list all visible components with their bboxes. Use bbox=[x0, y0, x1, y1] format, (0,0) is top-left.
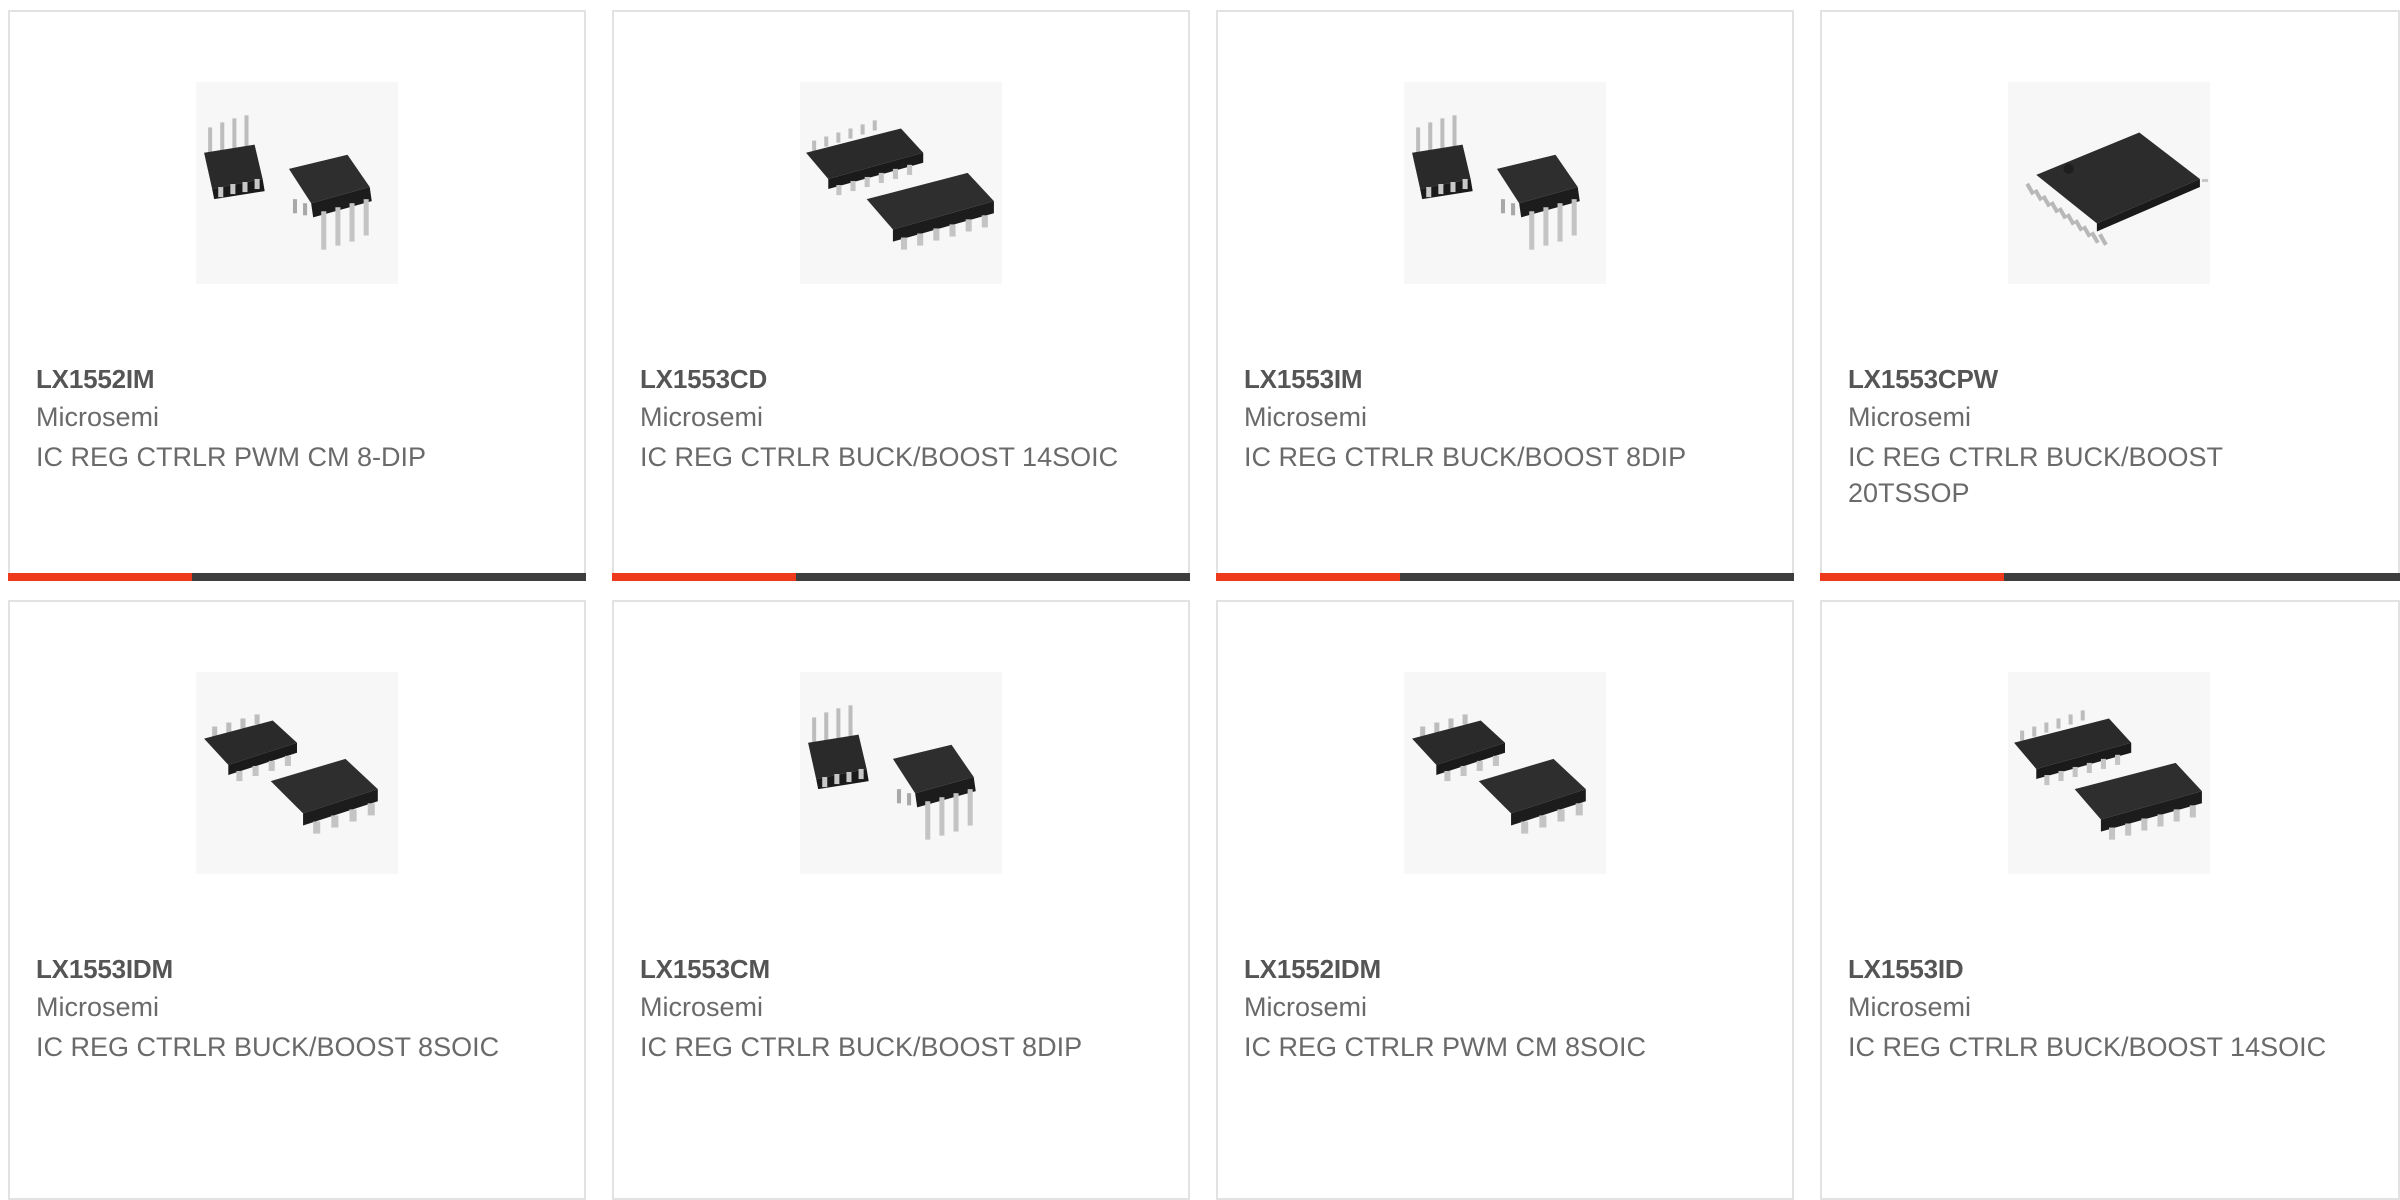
product-card[interactable]: LX1553CD Microsemi IC REG CTRLR BUCK/BOO… bbox=[612, 10, 1190, 581]
product-card[interactable]: LX1553ID Microsemi IC REG CTRLR BUCK/BOO… bbox=[1820, 600, 2400, 1200]
product-part-number[interactable]: LX1553CPW bbox=[1848, 364, 1998, 395]
product-manufacturer: Microsemi bbox=[640, 402, 764, 432]
product-manufacturer: Microsemi bbox=[36, 402, 160, 432]
product-description: IC REG CTRLR BUCK/BOOST 8SOIC bbox=[36, 1032, 500, 1062]
product-manufacturer: Microsemi bbox=[36, 992, 160, 1022]
product-part-number[interactable]: LX1553IM bbox=[1244, 364, 1363, 395]
card-footer-bar bbox=[612, 573, 1190, 581]
product-description: IC REG CTRLR BUCK/BOOST 20TSSOP bbox=[1848, 442, 2223, 508]
soic8-package-icon bbox=[1404, 672, 1606, 874]
card-footer-accent bbox=[8, 573, 192, 581]
dip8-package-icon bbox=[800, 672, 1002, 874]
product-manufacturer: Microsemi bbox=[1244, 402, 1368, 432]
product-manufacturer: Microsemi bbox=[1244, 992, 1368, 1022]
product-description: IC REG CTRLR BUCK/BOOST 8DIP bbox=[640, 1032, 1083, 1062]
product-description: IC REG CTRLR BUCK/BOOST 8DIP bbox=[1244, 442, 1687, 472]
product-part-number[interactable]: LX1553ID bbox=[1848, 954, 1964, 985]
card-footer-bar bbox=[1820, 573, 2400, 581]
product-card[interactable]: LX1553IDM Microsemi IC REG CTRLR BUCK/BO… bbox=[8, 600, 586, 1200]
product-part-number[interactable]: LX1552IDM bbox=[1244, 954, 1381, 985]
card-footer-bar bbox=[8, 573, 586, 581]
card-footer-bar bbox=[1216, 573, 1794, 581]
product-card[interactable]: LX1552IM Microsemi IC REG CTRLR PWM CM 8… bbox=[8, 10, 586, 581]
product-manufacturer: Microsemi bbox=[1848, 402, 1972, 432]
soic8-package-icon bbox=[196, 672, 398, 874]
dip8-package-icon bbox=[196, 82, 398, 284]
soic14-package-icon bbox=[800, 82, 1002, 284]
product-card[interactable]: LX1553CPW Microsemi IC REG CTRLR BUCK/BO… bbox=[1820, 10, 2400, 581]
dip8-package-icon bbox=[1404, 82, 1606, 284]
product-part-number[interactable]: LX1552IM bbox=[36, 364, 155, 395]
product-manufacturer: Microsemi bbox=[640, 992, 764, 1022]
card-footer-accent bbox=[1820, 573, 2004, 581]
soic14-package-icon bbox=[2008, 672, 2210, 874]
product-description: IC REG CTRLR PWM CM 8-DIP bbox=[36, 442, 427, 472]
card-footer-accent bbox=[612, 573, 796, 581]
product-part-number[interactable]: LX1553CM bbox=[640, 954, 770, 985]
card-footer-accent bbox=[1216, 573, 1400, 581]
product-card[interactable]: LX1553CM Microsemi IC REG CTRLR BUCK/BOO… bbox=[612, 600, 1190, 1200]
product-part-number[interactable]: LX1553CD bbox=[640, 364, 767, 395]
product-description: IC REG CTRLR BUCK/BOOST 14SOIC bbox=[1848, 1032, 2327, 1062]
product-description: IC REG CTRLR PWM CM 8SOIC bbox=[1244, 1032, 1647, 1062]
product-card[interactable]: LX1553IM Microsemi IC REG CTRLR BUCK/BOO… bbox=[1216, 10, 1794, 581]
product-manufacturer: Microsemi bbox=[1848, 992, 1972, 1022]
product-description: IC REG CTRLR BUCK/BOOST 14SOIC bbox=[640, 442, 1119, 472]
product-card[interactable]: LX1552IDM Microsemi IC REG CTRLR PWM CM … bbox=[1216, 600, 1794, 1200]
product-part-number[interactable]: LX1553IDM bbox=[36, 954, 173, 985]
tssop20-package-icon bbox=[2008, 82, 2210, 284]
product-grid: LX1552IM Microsemi IC REG CTRLR PWM CM 8… bbox=[0, 0, 2400, 1200]
